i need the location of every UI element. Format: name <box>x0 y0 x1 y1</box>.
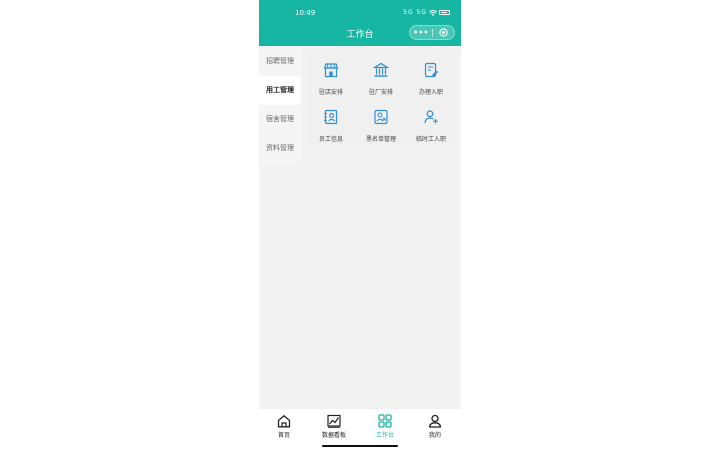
category-sidebar: 招聘管理 用工管理 宿舍管理 资料管理 <box>259 46 301 164</box>
status-icons: 5G 5G <box>403 9 450 16</box>
home-indicator <box>322 445 398 447</box>
battery-icon <box>439 10 450 15</box>
sidebar-item-documents[interactable]: 资料管理 <box>259 134 301 163</box>
grid-item-temp-onboarding[interactable]: 临时工入职 <box>406 99 456 146</box>
sidebar-item-recruitment[interactable]: 招聘管理 <box>259 47 301 76</box>
grid-item-label: 员工信息 <box>318 136 343 143</box>
bank-building-icon <box>373 62 389 77</box>
grid-item-factory-assignment[interactable]: 驻厂安排 <box>356 52 406 99</box>
grid-item-label: 临时工入职 <box>415 136 446 143</box>
tab-workbench[interactable]: 工作台 <box>360 409 410 441</box>
tab-dashboard[interactable]: 数据看板 <box>309 409 359 441</box>
document-edit-icon <box>424 62 438 78</box>
target-circle-icon <box>439 28 448 37</box>
blacklist-user-icon <box>374 109 388 125</box>
grid-icon <box>378 414 392 428</box>
grid-item-onboarding[interactable]: 办理入职 <box>406 52 456 99</box>
header-bar: 10:49 5G 5G 工作台 ••• <box>259 0 461 46</box>
person-icon <box>428 414 442 428</box>
user-add-icon <box>424 110 438 124</box>
phone-screen: 10:49 5G 5G 工作台 ••• 招聘管理 用工管理 宿舍管理 资料管理 … <box>259 0 461 450</box>
mini-program-capsule: ••• <box>409 25 455 40</box>
home-icon <box>277 415 291 428</box>
tab-label: 首页 <box>277 432 290 439</box>
sidebar-item-dormitory[interactable]: 宿舍管理 <box>259 105 301 134</box>
close-button[interactable] <box>433 28 455 37</box>
grid-item-label: 驻店安排 <box>318 89 343 96</box>
grid-item-label: 办理入职 <box>418 89 443 96</box>
bottom-tab-bar: 首页 数据看板 工作台 我的 <box>259 409 461 450</box>
store-icon <box>323 63 339 78</box>
grid-item-blacklist[interactable]: 黑名单管理 <box>356 99 406 146</box>
function-grid: 驻店安排 驻厂安排 办理入职 员工信息 黑名单管理 临时工入职 <box>306 52 457 146</box>
grid-item-store-assignment[interactable]: 驻店安排 <box>306 52 356 99</box>
more-button[interactable]: ••• <box>410 28 432 37</box>
grid-item-employee-info[interactable]: 员工信息 <box>306 99 356 146</box>
status-time: 10:49 <box>295 9 316 17</box>
tab-label: 我的 <box>428 432 441 439</box>
tab-label: 数据看板 <box>321 432 346 439</box>
contact-card-icon <box>324 109 338 125</box>
signal-icon: 5G 5G <box>403 9 427 16</box>
wifi-icon <box>429 9 437 16</box>
grid-item-label: 黑名单管理 <box>365 136 396 143</box>
tab-home[interactable]: 首页 <box>259 409 309 441</box>
grid-item-label: 驻厂安排 <box>368 89 393 96</box>
tab-label: 工作台 <box>375 432 394 439</box>
chart-icon <box>327 414 341 428</box>
sidebar-item-employment[interactable]: 用工管理 <box>259 76 301 105</box>
tab-profile[interactable]: 我的 <box>410 409 460 441</box>
